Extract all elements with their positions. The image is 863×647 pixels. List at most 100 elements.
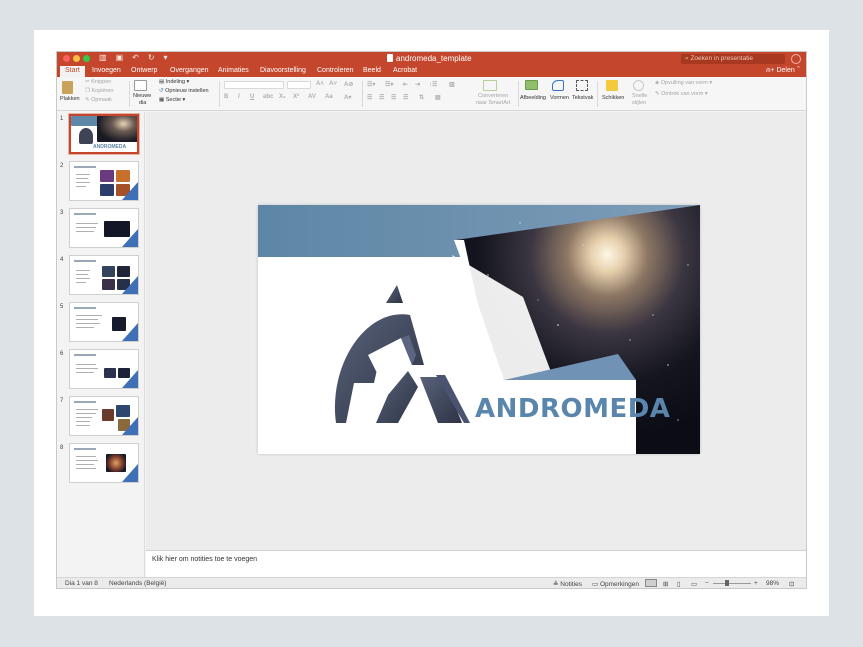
collapse-ribbon-icon[interactable]: ⌃ — [797, 67, 800, 74]
slide-editor[interactable]: ANDROMEDA — [146, 112, 806, 550]
picture-button[interactable]: Afbeelding — [520, 95, 546, 101]
bold-icon[interactable]: B — [224, 94, 228, 100]
increase-indent-icon[interactable]: ⇥ — [415, 81, 420, 88]
shapes-button[interactable]: Vormen — [550, 95, 569, 101]
tab-invoegen[interactable]: Invoegen — [92, 66, 121, 77]
zoom-in-icon[interactable]: + — [754, 580, 758, 587]
language-indicator[interactable]: Nederlands (België) — [109, 580, 166, 587]
slide-sorter-icon[interactable]: ⊞ — [663, 580, 668, 588]
notes-pane[interactable]: Klik hier om notities toe te voegen — [146, 550, 806, 577]
save-icon[interactable]: ▣ — [116, 53, 124, 62]
slide-number: 2 — [60, 163, 64, 169]
quick-styles-label-2[interactable]: stijlen — [632, 100, 646, 106]
font-size-select[interactable] — [287, 81, 311, 89]
tab-ontwerp[interactable]: Ontwerp — [131, 66, 157, 77]
quick-styles-icon[interactable] — [633, 80, 644, 91]
align-left-icon[interactable]: ☰ — [367, 94, 372, 101]
line-spacing-icon[interactable]: ↕☰ — [429, 81, 437, 88]
paste-icon[interactable] — [62, 81, 73, 94]
minimize-window-button[interactable] — [73, 55, 80, 62]
text-direction-icon[interactable]: ⇅ — [419, 94, 424, 101]
slide-thumbnail-4[interactable] — [69, 255, 139, 295]
slide-thumbnail-3[interactable] — [69, 208, 139, 248]
shape-fill-button[interactable]: ◈ Opvulling van vorm ▾ — [655, 80, 712, 86]
strikethrough-icon[interactable]: abc — [263, 94, 273, 100]
new-slide-label-1[interactable]: Nieuwe — [133, 93, 151, 99]
current-slide[interactable]: ANDROMEDA — [258, 205, 700, 454]
format-painter-button[interactable]: ✎ Opmaak — [85, 97, 112, 103]
search-input[interactable]: ⌕ Zoeken in presentatie — [681, 54, 785, 64]
layout-button[interactable]: ▤ Indeling ▾ — [159, 79, 189, 85]
change-case-icon[interactable]: Aa — [325, 94, 333, 100]
tab-overgangen[interactable]: Overgangen — [170, 66, 209, 77]
font-family-select[interactable] — [224, 81, 284, 89]
grow-font-icon[interactable]: A˄ — [316, 81, 324, 87]
new-slide-label-2[interactable]: dia — [139, 100, 146, 106]
sidebar-toggle-icon[interactable]: ▥ — [99, 53, 107, 62]
tab-beeld[interactable]: Beeld — [363, 66, 381, 77]
subscript-icon[interactable]: X₂ — [279, 94, 286, 100]
undo-icon[interactable]: ↶ — [132, 53, 139, 62]
tab-controleren[interactable]: Controleren — [317, 66, 354, 77]
share-button[interactable]: ⍝+ Delen ⌃ — [766, 67, 800, 75]
copy-button[interactable]: ❐ Kopiëren — [85, 88, 114, 94]
close-window-button[interactable] — [63, 55, 70, 62]
slide-thumbnail-6[interactable] — [69, 349, 139, 389]
tab-animaties[interactable]: Animaties — [218, 66, 249, 77]
zoom-out-icon[interactable]: − — [705, 580, 709, 587]
shrink-font-icon[interactable]: A˅ — [329, 81, 337, 87]
zoom-slider[interactable] — [713, 583, 751, 584]
zoom-slider-thumb[interactable] — [725, 580, 729, 586]
paste-button[interactable]: Plakken — [60, 96, 80, 102]
justify-icon[interactable]: ☰ — [403, 94, 408, 101]
arrange-button[interactable]: Schikken — [602, 95, 624, 101]
font-color-icon[interactable]: A▾ — [344, 94, 351, 101]
quick-styles-label-1[interactable]: Snelle — [632, 93, 647, 99]
shapes-icon[interactable] — [552, 80, 564, 91]
slideshow-icon[interactable]: ▭ — [691, 580, 697, 588]
zoom-window-button[interactable] — [83, 55, 90, 62]
picture-icon[interactable] — [525, 80, 538, 90]
columns-icon[interactable]: ▥ — [449, 81, 455, 88]
notes-toggle[interactable]: ≜ Notities — [553, 580, 582, 588]
section-button[interactable]: ▦ Sectie ▾ — [159, 97, 185, 103]
convert-smartart-label-1[interactable]: Converteren — [478, 93, 508, 99]
slide-thumbnail-5[interactable] — [69, 302, 139, 342]
align-right-icon[interactable]: ☰ — [391, 94, 396, 101]
decrease-indent-icon[interactable]: ⇤ — [403, 81, 408, 88]
slide-thumbnails-pane[interactable]: 1 ANDROMEDA 2 3 4 5 6 7 8 — [57, 112, 145, 577]
align-text-icon[interactable]: ▤ — [435, 94, 441, 101]
tab-start[interactable]: Start — [60, 66, 85, 77]
redo-icon[interactable]: ↻ — [148, 53, 155, 62]
slide-thumbnail-1[interactable]: ANDROMEDA — [69, 114, 139, 154]
reset-button[interactable]: ↺ Opnieuw instellen — [159, 88, 209, 94]
italic-icon[interactable]: I — [238, 94, 240, 100]
tab-acrobat[interactable]: Acrobat — [393, 66, 417, 77]
smartart-icon[interactable] — [483, 80, 497, 91]
new-slide-icon[interactable] — [134, 80, 147, 91]
comments-toggle[interactable]: ▭ Opmerkingen — [592, 580, 639, 588]
textbox-button[interactable]: Tekstvak — [572, 95, 593, 101]
normal-view-icon[interactable] — [645, 579, 657, 587]
customize-toolbar-icon[interactable]: ▾ — [164, 53, 168, 62]
slide-thumbnail-2[interactable] — [69, 161, 139, 201]
arrange-icon[interactable] — [606, 80, 618, 91]
cut-button[interactable]: ✂ Knippen — [85, 79, 111, 85]
zoom-level[interactable]: 98% — [766, 580, 779, 587]
fit-to-window-icon[interactable]: ⊡ — [789, 580, 794, 588]
underline-icon[interactable]: U — [250, 94, 254, 100]
textbox-icon[interactable] — [576, 80, 588, 91]
reading-view-icon[interactable]: ▯ — [677, 580, 681, 588]
slide-thumbnail-8[interactable] — [69, 443, 139, 483]
align-center-icon[interactable]: ☰ — [379, 94, 384, 101]
numbering-icon[interactable]: ☰▾ — [385, 81, 393, 88]
account-icon[interactable] — [791, 54, 801, 64]
tab-diavoorstelling[interactable]: Diavoorstelling — [260, 66, 306, 77]
char-spacing-icon[interactable]: AV — [308, 94, 316, 100]
shape-outline-button[interactable]: ✎ Omtrek van vorm ▾ — [655, 91, 708, 97]
superscript-icon[interactable]: X² — [293, 94, 299, 100]
slide-thumbnail-7[interactable] — [69, 396, 139, 436]
clear-format-icon[interactable]: A⊘ — [344, 81, 353, 88]
bullets-icon[interactable]: ☰▾ — [367, 81, 375, 88]
convert-smartart-label-2[interactable]: naar SmartArt — [476, 100, 510, 106]
